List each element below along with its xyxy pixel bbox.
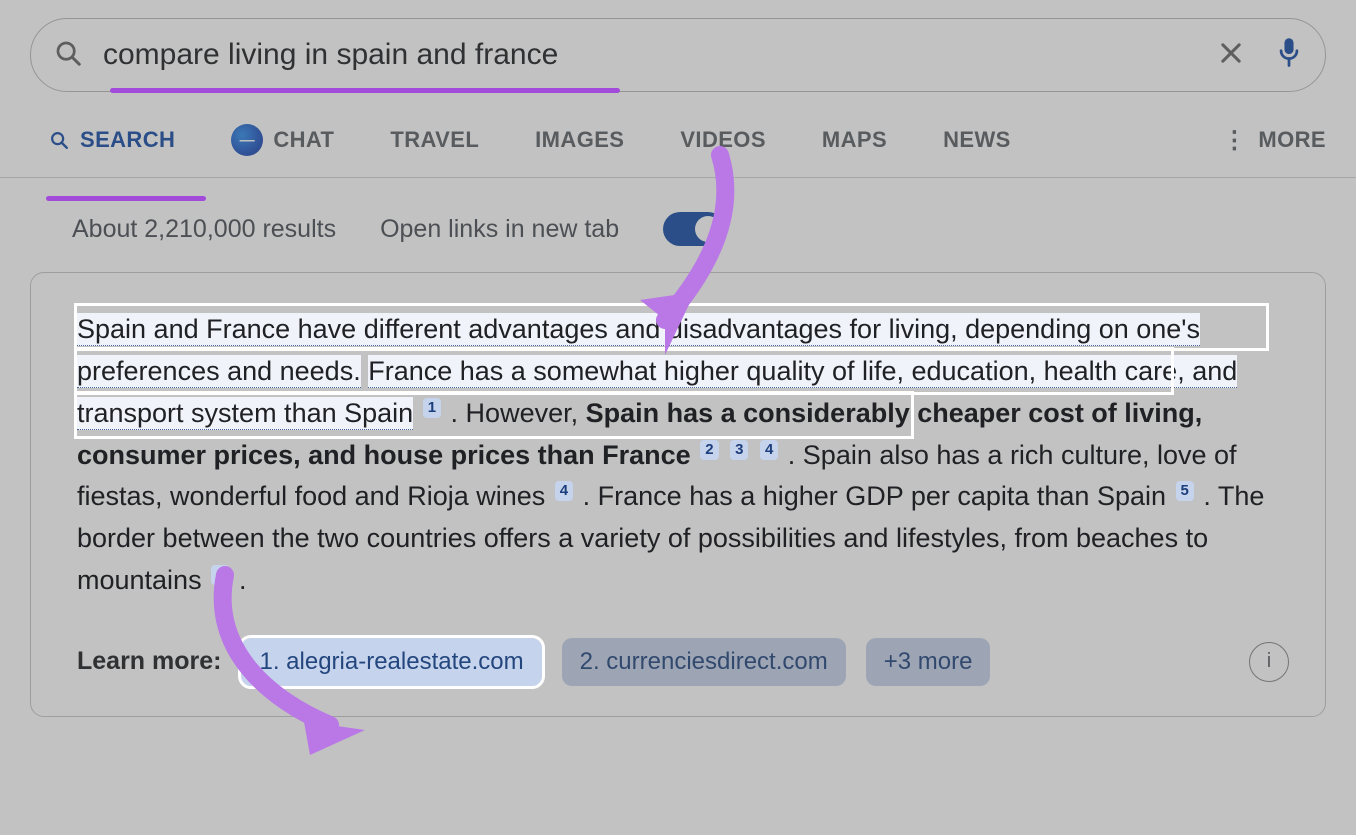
tab-news-label: NEWS bbox=[943, 127, 1011, 153]
citation-5[interactable]: 5 bbox=[1176, 481, 1194, 501]
citation-4b[interactable]: 4 bbox=[555, 481, 573, 501]
citation-2[interactable]: 2 bbox=[700, 440, 718, 460]
tab-images[interactable]: IMAGES bbox=[535, 127, 624, 173]
result-count: About 2,210,000 results bbox=[72, 215, 336, 244]
info-icon[interactable]: i bbox=[1249, 642, 1289, 682]
search-bar-actions bbox=[1217, 36, 1303, 75]
tab-chat[interactable]: — CHAT bbox=[231, 124, 334, 176]
learn-more-chip-1[interactable]: 1. alegria-realestate.com bbox=[241, 638, 541, 686]
search-icon bbox=[53, 38, 83, 73]
tab-news[interactable]: NEWS bbox=[943, 127, 1011, 173]
tabs-row: SEARCH — CHAT TRAVEL IMAGES VIDEOS MAPS … bbox=[30, 124, 1326, 177]
tab-videos-label: VIDEOS bbox=[680, 127, 766, 153]
ai-answer-text: Spain and France have different advantag… bbox=[77, 309, 1289, 602]
citation-3[interactable]: 3 bbox=[730, 440, 748, 460]
learn-more-row: Learn more: 1. alegria-realestate.com 2.… bbox=[77, 638, 1289, 686]
tab-search[interactable]: SEARCH bbox=[48, 127, 175, 173]
ai-answer-card: Spain and France have different advantag… bbox=[30, 272, 1326, 717]
answer-seg-after-4b: . France has a higher GDP per capita tha… bbox=[583, 481, 1166, 511]
annotation-underline-active-tab bbox=[46, 196, 206, 201]
answer-seg-end: . bbox=[239, 565, 247, 595]
tab-videos[interactable]: VIDEOS bbox=[680, 127, 766, 173]
tab-chat-label: CHAT bbox=[273, 127, 334, 153]
search-bar bbox=[30, 18, 1326, 92]
annotation-underline-query bbox=[110, 88, 620, 93]
tabs-divider bbox=[0, 177, 1356, 178]
tab-travel-label: TRAVEL bbox=[390, 127, 479, 153]
toggle-knob bbox=[695, 216, 721, 242]
learn-more-chip-2[interactable]: 2. currenciesdirect.com bbox=[562, 638, 846, 686]
learn-more-chip-3[interactable]: +3 more bbox=[866, 638, 991, 686]
tab-maps[interactable]: MAPS bbox=[822, 127, 887, 173]
tab-maps-label: MAPS bbox=[822, 127, 887, 153]
citation-4a[interactable]: 4 bbox=[760, 440, 778, 460]
tab-more[interactable]: ⋮ MORE bbox=[1222, 126, 1326, 175]
citation-1[interactable]: 1 bbox=[423, 398, 441, 418]
tab-more-label: MORE bbox=[1258, 127, 1326, 153]
more-dots-icon: ⋮ bbox=[1222, 126, 1244, 155]
tab-search-label: SEARCH bbox=[80, 127, 175, 153]
answer-seg-after-c1: . However, bbox=[451, 398, 586, 428]
results-meta-row: About 2,210,000 results Open links in ne… bbox=[72, 212, 1326, 246]
learn-more-label: Learn more: bbox=[77, 647, 221, 676]
mic-icon[interactable] bbox=[1275, 36, 1303, 75]
search-input[interactable] bbox=[83, 38, 1217, 72]
open-links-toggle[interactable] bbox=[663, 212, 725, 246]
open-links-label: Open links in new tab bbox=[380, 215, 619, 244]
citation-4c[interactable]: 4 bbox=[211, 565, 229, 585]
tab-images-label: IMAGES bbox=[535, 127, 624, 153]
chat-icon: — bbox=[231, 124, 263, 156]
page-root: SEARCH — CHAT TRAVEL IMAGES VIDEOS MAPS … bbox=[0, 0, 1356, 835]
clear-icon[interactable] bbox=[1217, 39, 1245, 72]
tab-travel[interactable]: TRAVEL bbox=[390, 127, 479, 173]
